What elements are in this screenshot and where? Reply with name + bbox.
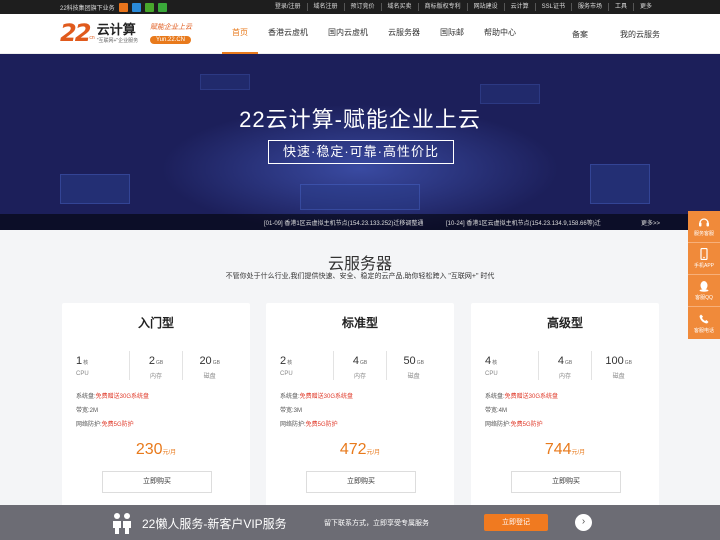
chevron-right-icon[interactable]: › [575, 514, 592, 531]
card-name: 入门型 [137, 316, 174, 330]
top-link-login[interactable]: 登录/注册 [269, 3, 307, 11]
card-price: 230元/月 [135, 441, 177, 458]
spec-cpu: 4核 CPU [485, 355, 498, 377]
card-name: 标准型 [341, 316, 378, 330]
card-system-disk: 系统盘:免费赠送30G系统盘 [280, 394, 354, 400]
nav-right: 备案 我的云服务 [572, 14, 660, 54]
qzone-icon[interactable] [131, 2, 141, 12]
slogan: 赋能企业上云 Yun.22.CN [150, 22, 192, 44]
product-card-basic: 入门型 1核 CPU 2GB 内存 20GB 磁盘 系统盘:免费赠送30G系统盘 带宽… [62, 303, 250, 513]
banner-server-block [300, 184, 420, 210]
nav-intl-mail[interactable]: 国际邮 [430, 14, 474, 54]
logo-number: 22 [60, 19, 91, 47]
card-bandwidth: 带宽:4M [485, 408, 508, 414]
logo[interactable]: 22 cn 云计算 "互联网+"企业服务 [60, 20, 138, 46]
vip-desc: 留下联系方式，立即享受专属服务 [324, 520, 429, 527]
spec-disk: 50GB 磁盘 [386, 351, 440, 380]
main-nav: 首页 香港云虚机 国内云虚机 云服务器 国际邮 帮助中心 [222, 14, 526, 54]
banner-server-block [200, 74, 250, 90]
vip-title: 22懒人服务-新客户VIP服务 [142, 517, 287, 531]
top-link-website[interactable]: 网站建设 [466, 3, 504, 11]
buy-button[interactable]: 立即购买 [306, 471, 416, 493]
telephone-icon [699, 314, 709, 323]
nav-cn-cloud-host[interactable]: 国内云虚机 [318, 14, 378, 54]
nav-help[interactable]: 帮助中心 [474, 14, 526, 54]
top-link-cloud[interactable]: 云计算 [503, 3, 535, 11]
header: 22 cn 云计算 "互联网+"企业服务 赋能企业上云 Yun.22.CN 首页… [0, 14, 720, 54]
spec-disk: 100GB 磁盘 [591, 351, 645, 380]
card-bandwidth: 带宽:3M [280, 408, 303, 414]
nav-icp[interactable]: 备案 [572, 29, 588, 40]
card-specs: 1核 CPU 2GB 内存 20GB 磁盘 [76, 351, 236, 380]
top-link-domain-trade[interactable]: 域名买卖 [380, 3, 418, 11]
register-now-button[interactable]: 立即登记 [484, 514, 548, 531]
card-price: 744元/月 [544, 441, 586, 458]
section-desc: 不管你处于什么行业,我们提供快速、安全、稳定的云产品,助你轻松跨入 "互联网+"… [225, 273, 495, 280]
top-link-ssl[interactable]: SSL证书 [534, 3, 571, 11]
wechat-icon[interactable] [157, 2, 167, 12]
top-bar: 22科技集团旗下业务 登录/注册 域名注册 预订竞价 域名买卖 商标版权专利 网… [0, 0, 720, 14]
qq-icon [699, 281, 709, 292]
logo-title: 云计算 [96, 22, 136, 37]
card-specs: 4核 CPU 4GB 内存 100GB 磁盘 [485, 351, 645, 380]
spec-cpu: 1核 CPU [76, 355, 89, 377]
sidebar-service[interactable]: 服务客服 [688, 211, 720, 243]
buy-button[interactable]: 立即购买 [102, 471, 212, 493]
logo-tagline: "互联网+"企业服务 [96, 38, 139, 44]
banner-server-block [60, 174, 130, 204]
logo-cn: cn [89, 35, 95, 41]
banner-subtitle: 快速·稳定·可靠·高性价比 [268, 140, 454, 164]
card-defense: 网络防护:免费5G防护 [485, 422, 543, 428]
card-price: 472元/月 [339, 441, 381, 458]
slogan-text: 赋能企业上云 [150, 23, 192, 31]
card-system-disk: 系统盘:免费赠送30G系统盘 [485, 394, 559, 400]
spec-memory: 4GB 内存 [332, 351, 387, 380]
banner-title: 22云计算-赋能企业上云 [239, 107, 481, 132]
top-link-more[interactable]: 更多 [632, 3, 658, 11]
group-text: 22科技集团旗下业务 [60, 5, 115, 12]
top-bar-left: 22科技集团旗下业务 [60, 0, 167, 14]
spec-disk: 20GB 磁盘 [182, 351, 236, 380]
buy-button[interactable]: 立即购买 [511, 471, 621, 493]
spec-memory: 4GB 内存 [537, 351, 592, 380]
weibo-icon[interactable] [118, 2, 128, 12]
spec-memory: 2GB 内存 [128, 351, 183, 380]
card-defense: 网络防护:免费5G防护 [280, 422, 338, 428]
nav-hk-cloud-host[interactable]: 香港云虚机 [258, 14, 318, 54]
sidebar-app[interactable]: 手机APP [688, 243, 720, 275]
nav-my-cloud[interactable]: 我的云服务 [620, 29, 660, 40]
top-bar-links: 登录/注册 域名注册 预订竞价 域名买卖 商标版权专利 网站建设 云计算 SSL… [269, 0, 658, 14]
hero-banner[interactable]: 22云计算-赋能企业上云 快速·稳定·可靠·高性价比 [01-09] 香港1区云… [0, 54, 720, 230]
sidebar-qq[interactable]: 客服QQ [688, 275, 720, 307]
news-item[interactable]: [10-24] 香港1区云虚拟主机节点(154.23.134.9,158.66等… [446, 218, 601, 227]
slogan-domain: Yun.22.CN [150, 36, 192, 44]
vip-service-bar: 22懒人服务-新客户VIP服务 留下联系方式，立即享受专属服务 立即登记 › [0, 505, 720, 540]
sidebar-telephone[interactable]: 客服电话 [688, 307, 720, 339]
news-more-link[interactable]: 更多>> [641, 218, 660, 227]
top-link-domain[interactable]: 域名注册 [306, 3, 344, 11]
product-card-advanced: 高级型 4核 CPU 4GB 内存 100GB 磁盘 系统盘:免费赠送30G系统盘 带… [471, 303, 659, 513]
top-link-tools[interactable]: 工具 [607, 3, 633, 11]
card-specs: 2核 CPU 4GB 内存 50GB 磁盘 [280, 351, 440, 380]
card-name: 高级型 [546, 316, 583, 330]
card-system-disk: 系统盘:免费赠送30G系统盘 [76, 394, 150, 400]
headset-icon [699, 218, 709, 227]
card-defense: 网络防护:免费5G防护 [76, 422, 134, 428]
nav-cloud-server[interactable]: 云服务器 [378, 14, 430, 54]
top-link-market[interactable]: 服务市场 [570, 3, 608, 11]
banner-server-block [480, 84, 540, 104]
qq-icon[interactable] [144, 2, 154, 12]
spec-cpu: 2核 CPU [280, 355, 293, 377]
people-icon [113, 513, 131, 534]
floating-service-bar: 服务客服 手机APP 客服QQ 客服电话 [688, 211, 720, 339]
news-item[interactable]: [01-09] 香港1区云虚拟主机节点(154.23.133.252)迁移调整通 [264, 218, 423, 227]
news-ticker: [01-09] 香港1区云虚拟主机节点(154.23.133.252)迁移调整通… [0, 214, 720, 230]
phone-icon [700, 248, 708, 260]
nav-home[interactable]: 首页 [222, 14, 258, 54]
product-card-standard: 标准型 2核 CPU 4GB 内存 50GB 磁盘 系统盘:免费赠送30G系统盘 带宽… [266, 303, 454, 513]
top-link-bidding[interactable]: 预订竞价 [343, 3, 381, 11]
top-link-trademark[interactable]: 商标版权专利 [417, 3, 467, 11]
card-bandwidth: 带宽:2M [76, 408, 99, 414]
banner-server-block [590, 164, 650, 204]
